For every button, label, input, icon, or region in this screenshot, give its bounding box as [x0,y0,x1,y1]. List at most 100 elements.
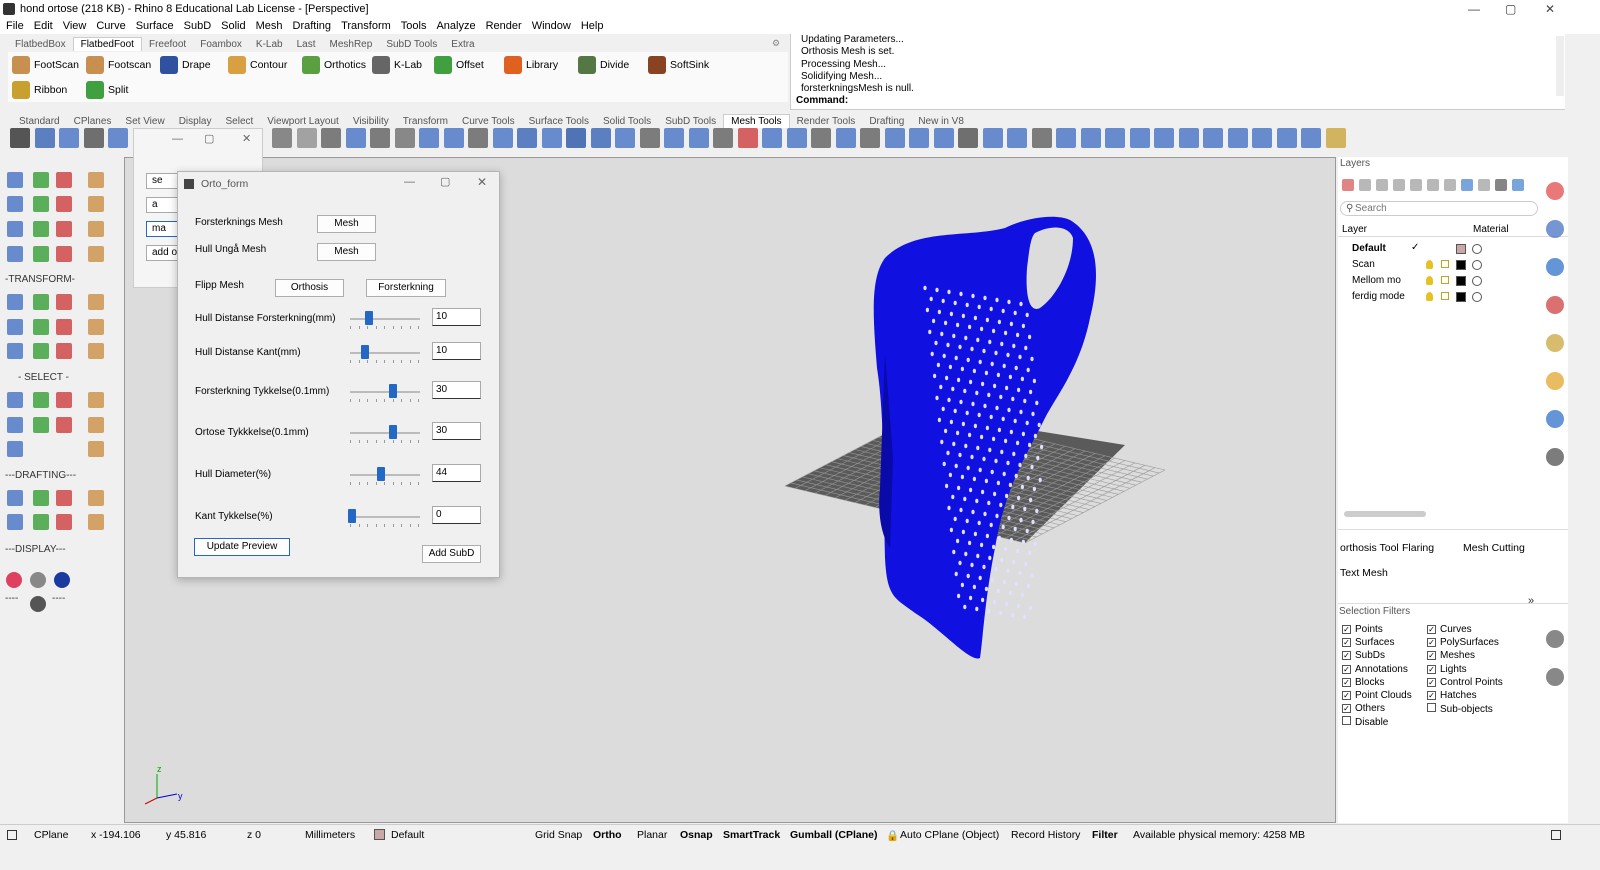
main-tab-transform[interactable]: Transform [396,115,455,128]
left-tool-icon[interactable] [88,490,104,506]
side-panel-icon[interactable] [1546,296,1564,314]
plugin-button-k-lab[interactable]: K-Lab [372,55,434,75]
left-tool-icon[interactable] [56,490,72,506]
left-tool-icon[interactable] [56,319,72,335]
side-panel-icon[interactable] [1546,668,1564,686]
display-mode-icon[interactable] [54,572,70,588]
mesh-tool-icon[interactable] [737,128,758,148]
left-tool-icon[interactable] [33,221,49,237]
left-tool-icon[interactable] [88,417,104,433]
osnap-toggle[interactable]: Osnap [680,829,713,841]
menu-transform[interactable]: Transform [341,18,391,34]
mesh-tool-icon[interactable] [1178,128,1199,148]
main-tab-solid-tools[interactable]: Solid Tools [596,115,658,128]
mesh-tool-icon[interactable] [517,128,537,148]
layer-tool-icon[interactable] [1478,179,1490,191]
side-panel-icon[interactable] [1546,334,1564,352]
mesh-tool-icon[interactable] [1129,128,1150,148]
left-tool-icon[interactable] [88,392,104,408]
left-tool-icon[interactable] [33,196,49,212]
mesh-tool-icon[interactable] [1056,128,1076,148]
main-tab-mesh-tools[interactable]: Mesh Tools [723,114,790,128]
mesh-tool-icon[interactable] [296,128,317,148]
mesh-tool-icon[interactable] [108,128,128,148]
slider-value-input[interactable]: 30 [432,422,481,440]
checkbox[interactable]: ✓ [1427,691,1436,700]
lightbulb-icon[interactable] [1426,292,1433,301]
record-history-toggle[interactable]: Record History [1011,829,1080,841]
main-tab-standard[interactable]: Standard [12,115,67,128]
mesh-tool-icon[interactable] [1301,128,1321,148]
left-tool-icon[interactable] [7,221,23,237]
mesh-tool-icon[interactable] [811,128,831,148]
layer-name[interactable]: Default [1352,243,1386,254]
checkbox[interactable]: ✓ [1342,638,1351,648]
menu-view[interactable]: View [63,18,87,34]
left-tool-icon[interactable] [33,514,49,530]
plugin-tab-extra[interactable]: Extra [444,38,481,51]
layers-scrollbar[interactable] [1344,511,1426,517]
layer-material-icon[interactable] [1472,292,1482,302]
layer-material-icon[interactable] [1472,260,1482,270]
status-layer[interactable]: Default [391,829,424,841]
mesh-tool-icon[interactable] [1325,128,1346,148]
left-tool-icon[interactable] [7,392,23,408]
layer-tool-icon[interactable] [1393,179,1405,191]
display-mode-icon[interactable] [30,572,46,588]
slider-track[interactable] [348,509,420,527]
plugin-button-split[interactable]: Split [86,80,160,100]
left-tool-icon[interactable] [56,417,72,433]
slider-value-input[interactable]: 10 [432,342,481,360]
panel-tab[interactable]: Flaring [1402,542,1434,554]
side-panel-icon[interactable] [1546,410,1564,428]
selection-filter-curves[interactable]: ✓ Curves [1427,624,1472,635]
left-tool-icon[interactable] [56,294,72,310]
main-tab-render-tools[interactable]: Render Tools [790,115,863,128]
mesh-tool-icon[interactable] [688,128,709,148]
left-tool-icon[interactable] [7,490,23,506]
left-tool-icon[interactable] [88,441,104,457]
main-tab-new-in-v8[interactable]: New in V8 [911,115,971,128]
checkbox[interactable]: ✓ [1427,651,1436,661]
left-tool-icon[interactable] [56,196,72,212]
menu-solid[interactable]: Solid [221,18,245,34]
checkbox[interactable]: ✓ [1342,704,1351,714]
mesh-tool-icon[interactable] [1252,128,1272,148]
mesh-tool-icon[interactable] [1227,128,1248,148]
left-tool-icon[interactable] [7,343,23,359]
plugin-button-softsink[interactable]: SoftSink [648,55,718,75]
menu-curve[interactable]: Curve [96,18,125,34]
mesh-tool-icon[interactable] [958,128,978,148]
mesh-tool-icon[interactable] [566,128,586,148]
mesh-tool-icon[interactable] [1105,128,1125,148]
selection-filter-surfaces[interactable]: ✓ Surfaces [1342,637,1394,648]
plugin-tab-freefoot[interactable]: Freefoot [142,38,193,51]
slider-thumb[interactable] [388,384,397,398]
left-tool-icon[interactable] [7,319,23,335]
checkbox[interactable]: ✓ [1427,625,1436,634]
menu-subd[interactable]: SubD [184,18,212,34]
checkbox[interactable]: ✓ [1342,651,1351,661]
slider-value-input[interactable]: 44 [432,464,481,482]
checkbox[interactable]: ✓ [1427,677,1436,687]
slider-value-input[interactable]: 30 [432,381,481,399]
selection-filter-blocks[interactable]: ✓ Blocks [1342,677,1384,688]
mesh-tool-icon[interactable] [615,128,635,148]
checkbox[interactable] [1342,716,1351,726]
side-panel-icon[interactable] [1546,182,1564,200]
layer-tool-icon[interactable] [1376,179,1388,191]
left-tool-icon[interactable] [7,246,23,262]
command-scrollbar[interactable] [1556,36,1564,96]
selection-filter-point-clouds[interactable]: ✓ Point Clouds [1342,690,1412,701]
menu-surface[interactable]: Surface [136,18,174,34]
minimize-icon[interactable]: — [1468,2,1480,16]
left-tool-icon[interactable] [33,246,49,262]
left-tool-icon[interactable] [88,514,104,530]
slider-track[interactable] [350,467,420,485]
display-mode-icon[interactable] [6,572,22,588]
layer-tool-icon[interactable] [1410,179,1422,191]
mesh-tool-icon[interactable] [1007,128,1027,148]
bg-dialog-maximize-icon[interactable]: ▢ [204,132,214,145]
layer-name[interactable]: Scan [1352,259,1375,270]
panel-tab[interactable]: Mesh Cutting [1463,542,1525,554]
